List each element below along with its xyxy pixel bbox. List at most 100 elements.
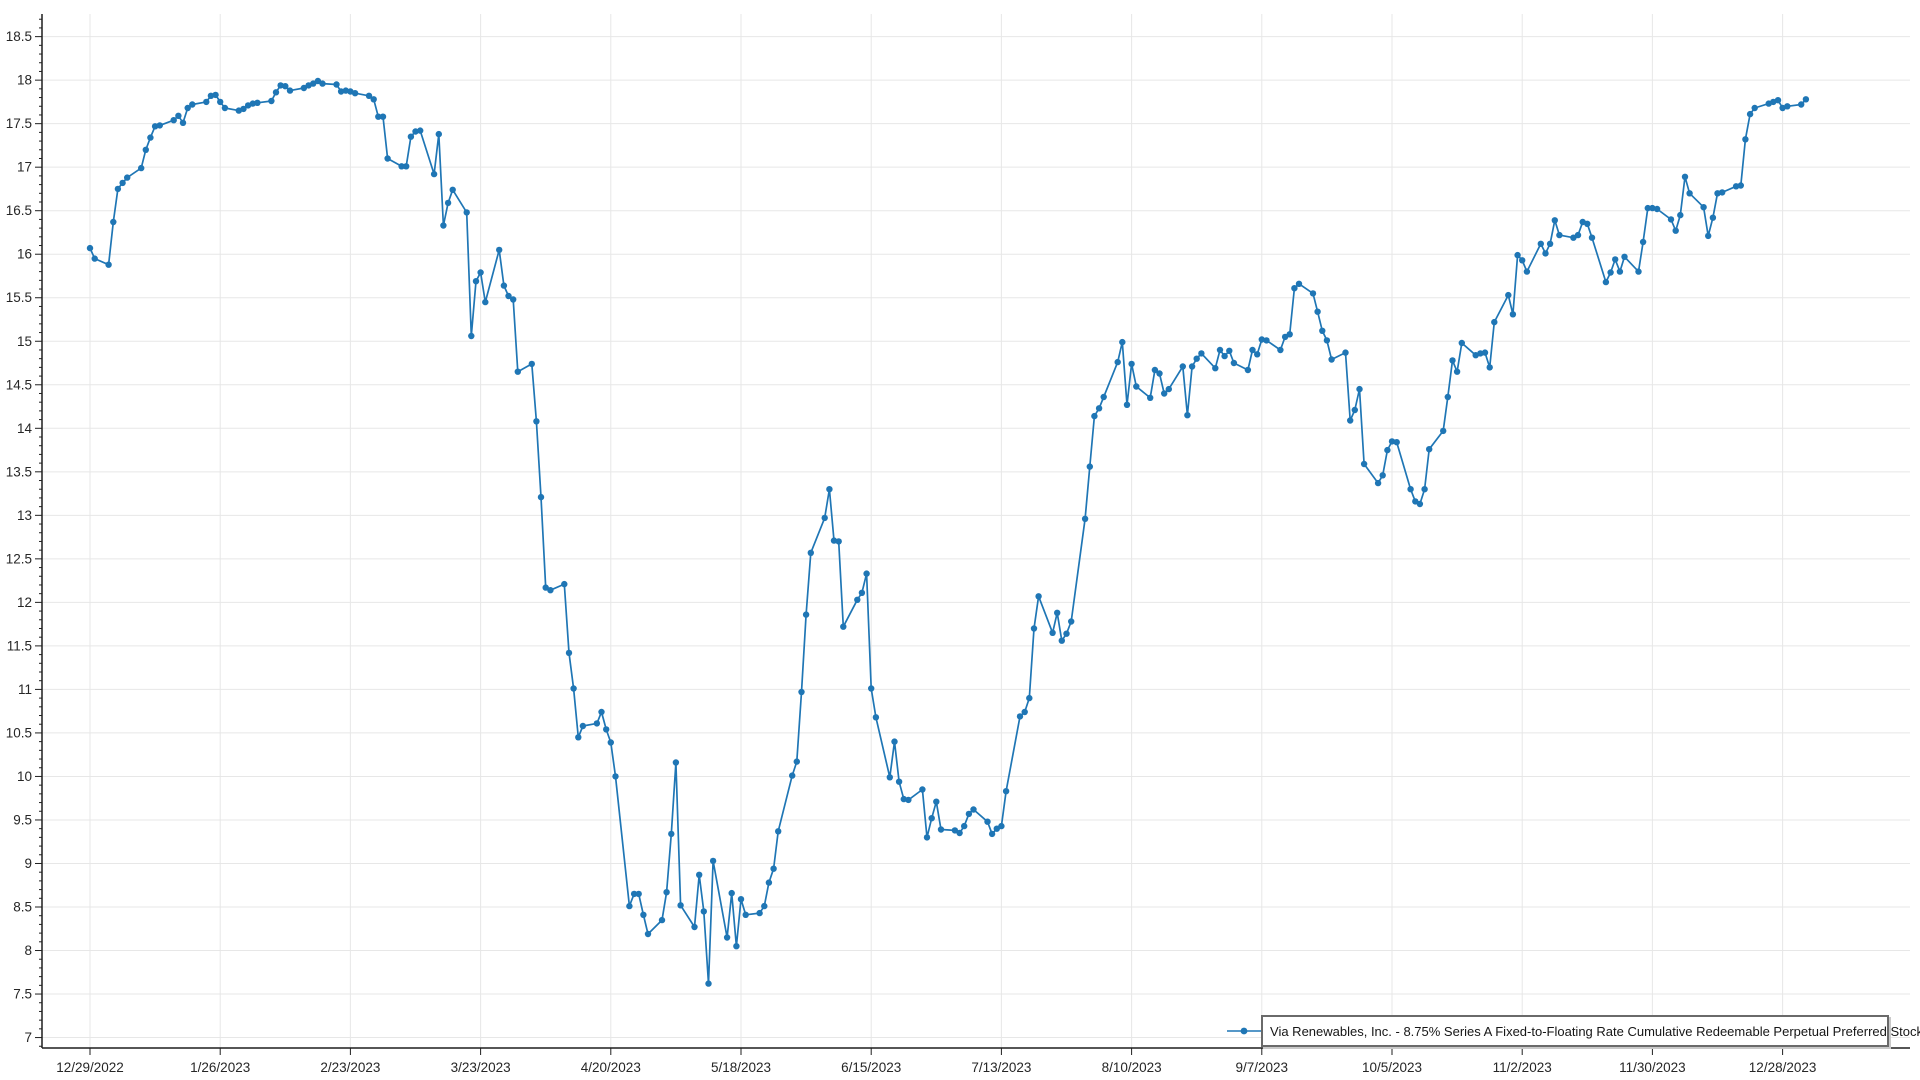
- data-point: [859, 590, 865, 596]
- x-tick-label: 7/13/2023: [971, 1060, 1031, 1075]
- x-tick-label: 4/20/2023: [581, 1060, 641, 1075]
- x-tick-label: 11/2/2023: [1493, 1060, 1552, 1075]
- data-point: [1519, 257, 1525, 263]
- data-point: [1180, 363, 1186, 369]
- data-point: [1640, 239, 1646, 245]
- data-point: [529, 361, 535, 367]
- data-point: [547, 587, 553, 593]
- data-point: [1091, 413, 1097, 419]
- data-point: [333, 81, 339, 87]
- data-point: [640, 912, 646, 918]
- data-point: [1263, 337, 1269, 343]
- data-point: [1003, 788, 1009, 794]
- data-point: [1589, 235, 1595, 241]
- data-point: [1686, 190, 1692, 196]
- data-point: [1459, 340, 1465, 346]
- price-history-chart[interactable]: 18.51817.51716.51615.51514.51413.51312.5…: [0, 0, 1920, 1080]
- data-point: [1189, 363, 1195, 369]
- data-point: [1352, 407, 1358, 413]
- data-point: [705, 980, 711, 986]
- y-tick-label: 15.5: [6, 290, 32, 305]
- data-point: [598, 709, 604, 715]
- data-point: [929, 815, 935, 821]
- data-point: [417, 127, 423, 133]
- data-point: [254, 100, 260, 106]
- data-point: [770, 866, 776, 872]
- data-point: [645, 931, 651, 937]
- x-tick-label: 2/23/2023: [320, 1060, 380, 1075]
- data-point: [482, 299, 488, 305]
- data-point: [1324, 337, 1330, 343]
- y-tick-label: 14: [17, 421, 33, 436]
- data-point: [403, 163, 409, 169]
- y-tick-label: 10: [17, 769, 32, 784]
- data-point: [608, 739, 614, 745]
- data-point: [1552, 217, 1558, 223]
- data-point: [1254, 351, 1260, 357]
- y-tick-label: 17: [17, 160, 32, 175]
- y-tick-label: 11.5: [7, 638, 32, 653]
- data-point: [673, 759, 679, 765]
- data-point: [1542, 250, 1548, 256]
- data-point: [603, 726, 609, 732]
- y-tick-label: 8.5: [13, 900, 32, 915]
- data-point: [1082, 516, 1088, 522]
- data-point: [1128, 361, 1134, 367]
- data-point: [468, 333, 474, 339]
- data-point: [970, 806, 976, 812]
- data-point: [896, 779, 902, 785]
- data-point: [1752, 105, 1758, 111]
- legend-label: Via Renewables, Inc. - 8.75% Series A Fi…: [1270, 1024, 1920, 1039]
- data-point: [1096, 405, 1102, 411]
- data-point: [822, 515, 828, 521]
- data-point: [1538, 241, 1544, 247]
- data-point: [1440, 428, 1446, 434]
- data-point: [938, 826, 944, 832]
- x-tick-label: 12/28/2023: [1749, 1060, 1817, 1075]
- data-point: [157, 122, 163, 128]
- data-point: [1454, 369, 1460, 375]
- data-point: [1491, 319, 1497, 325]
- data-point: [933, 799, 939, 805]
- price-line: [90, 81, 1806, 984]
- data-point: [1556, 232, 1562, 238]
- data-point: [1221, 353, 1227, 359]
- data-point: [961, 823, 967, 829]
- y-tick-label: 18.5: [6, 29, 32, 44]
- data-point: [171, 117, 177, 123]
- data-point: [408, 134, 414, 140]
- data-point: [984, 819, 990, 825]
- data-point: [431, 171, 437, 177]
- data-point: [1031, 625, 1037, 631]
- data-point: [919, 786, 925, 792]
- x-tick-label: 1/26/2023: [190, 1060, 250, 1075]
- data-point: [1775, 97, 1781, 103]
- y-tick-label: 8: [24, 943, 32, 958]
- data-point: [1361, 461, 1367, 467]
- y-tick-label: 13.5: [6, 464, 32, 479]
- data-point: [1356, 386, 1362, 392]
- data-point: [189, 101, 195, 107]
- data-points: [87, 78, 1809, 987]
- legend-line-marker-icon: [1227, 1026, 1261, 1036]
- data-point: [1166, 386, 1172, 392]
- x-tick-label: 10/5/2023: [1362, 1060, 1422, 1075]
- data-point: [1310, 290, 1316, 296]
- data-point: [663, 889, 669, 895]
- data-point: [1198, 350, 1204, 356]
- y-tick-label: 16: [17, 247, 32, 262]
- data-point: [668, 831, 674, 837]
- data-point: [138, 165, 144, 171]
- y-tick-label: 18: [17, 73, 32, 88]
- data-point: [701, 908, 707, 914]
- data-point: [1710, 215, 1716, 221]
- data-point: [789, 772, 795, 778]
- data-point: [626, 903, 632, 909]
- y-axis: 18.51817.51716.51615.51514.51413.51312.5…: [6, 19, 42, 1046]
- data-point: [1575, 232, 1581, 238]
- data-point: [352, 90, 358, 96]
- x-tick-label: 11/30/2023: [1619, 1060, 1686, 1075]
- y-tick-label: 15: [17, 334, 32, 349]
- data-point: [282, 83, 288, 89]
- data-point: [1705, 233, 1711, 239]
